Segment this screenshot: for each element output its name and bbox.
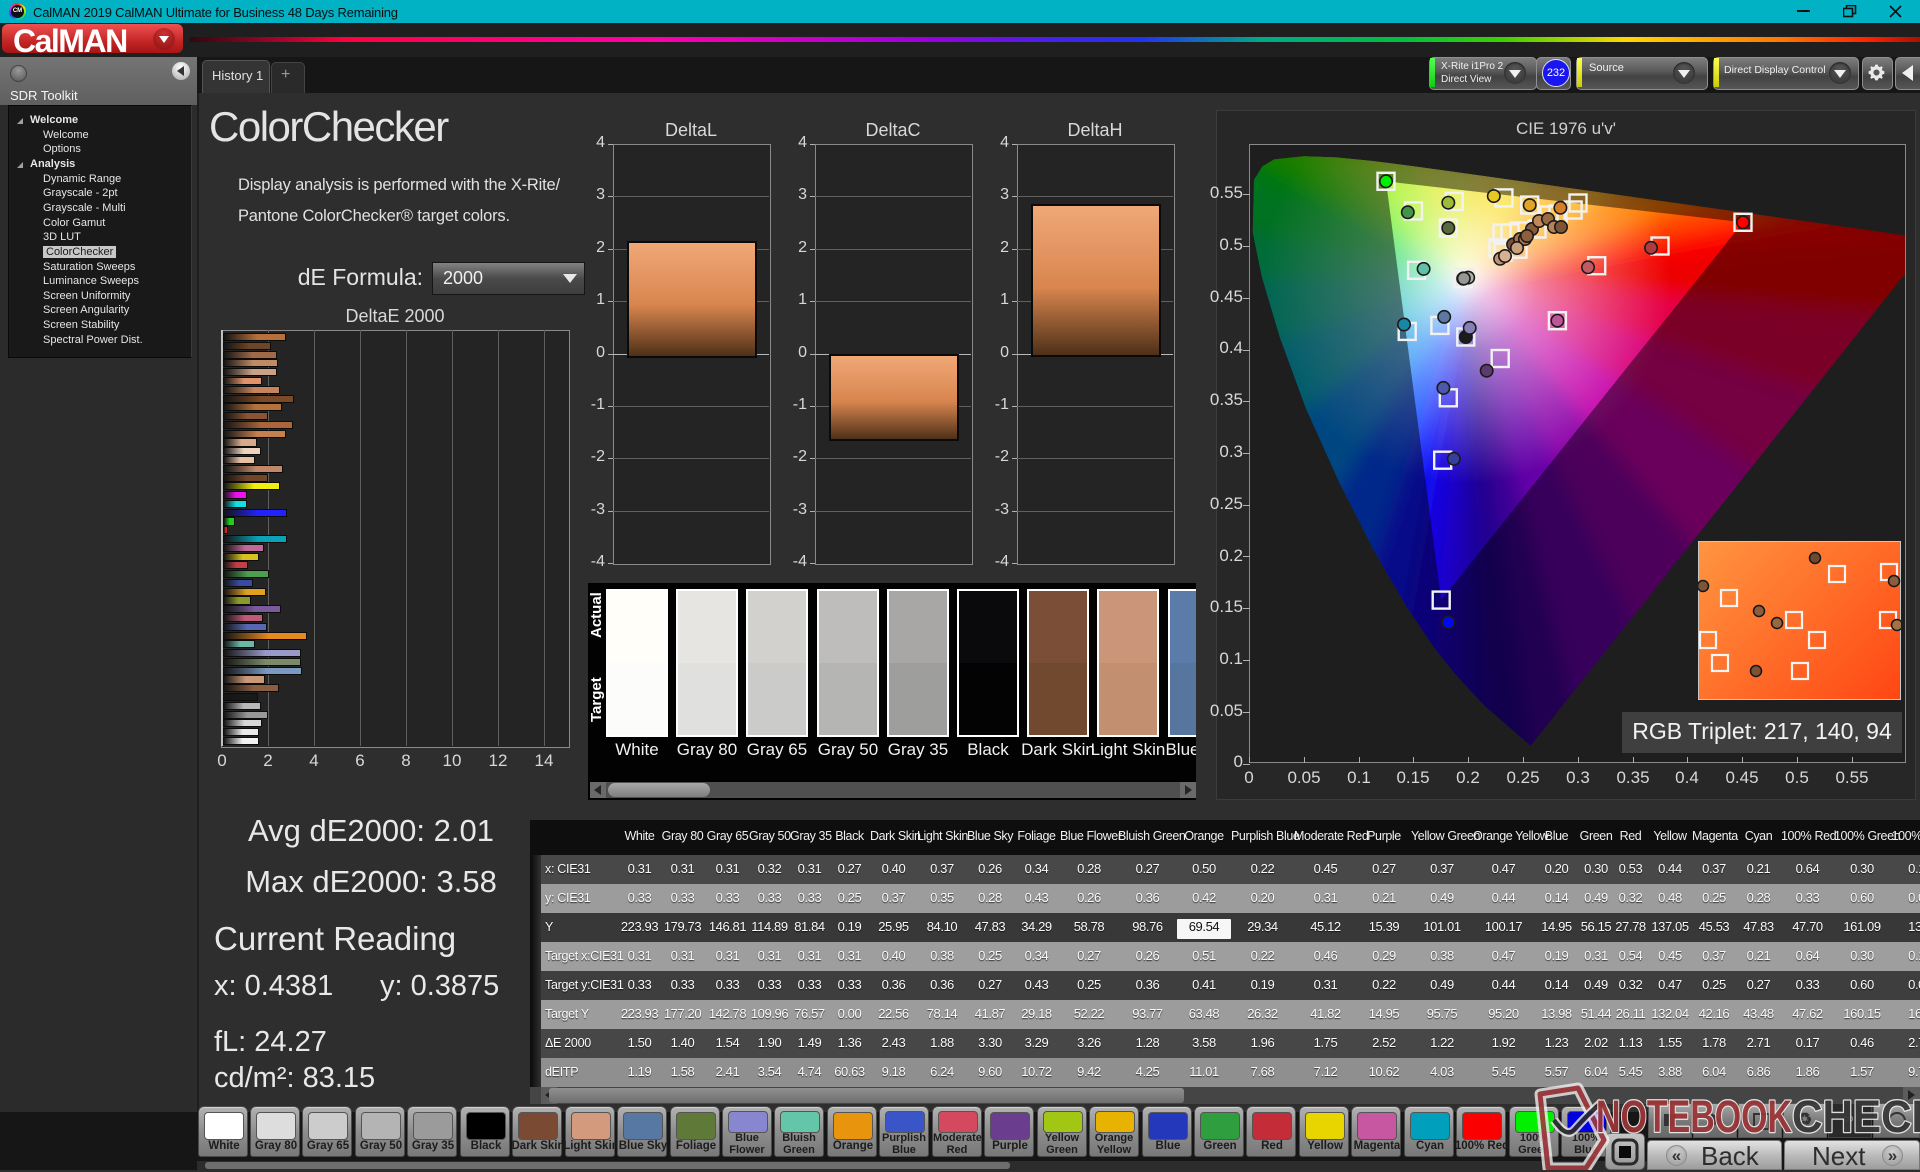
svg-text:NOTEBOOK: NOTEBOOK <box>1596 1091 1792 1142</box>
svg-text:CHECK: CHECK <box>1792 1091 1920 1142</box>
